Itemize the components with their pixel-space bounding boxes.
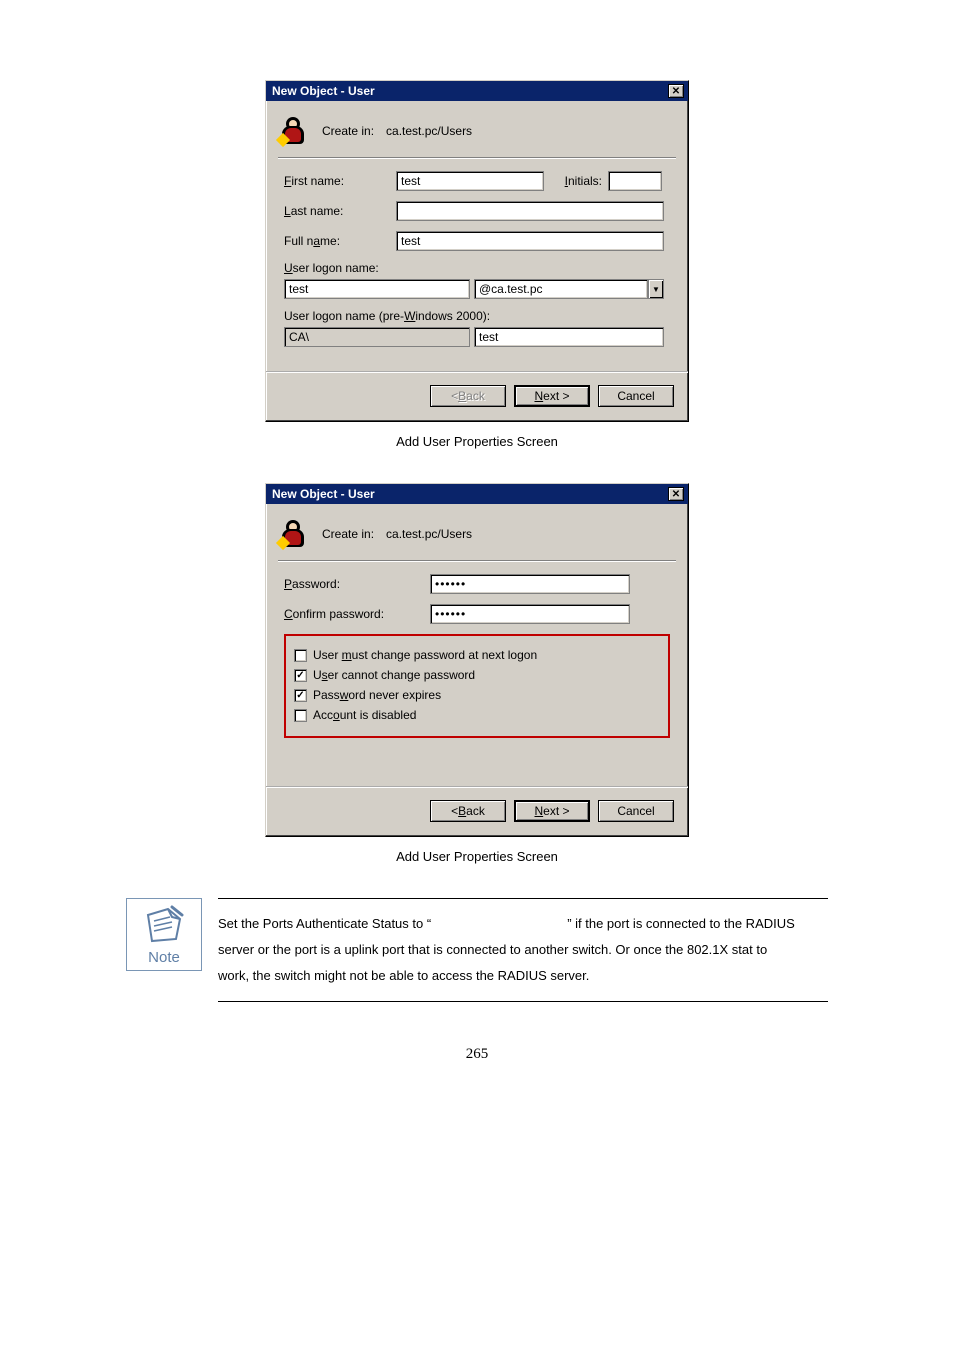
account-disabled-label: Account is disabled [313,708,416,722]
password-input[interactable]: •••••• [430,574,630,594]
close-icon[interactable]: ✕ [668,84,684,98]
full-name-input[interactable] [396,231,664,251]
create-in-path-1: ca.test.pc/Users [386,124,472,138]
dialog-title-2: New Object - User [272,487,375,501]
titlebar-1: New Object - User ✕ [266,81,688,101]
notepad-icon [142,905,186,945]
confirm-password-input[interactable]: •••••• [430,604,630,624]
create-in-path-2: ca.test.pc/Users [386,527,472,541]
note-icon-label: Note [131,949,197,966]
titlebar-2: New Object - User ✕ [266,484,688,504]
account-disabled-checkbox[interactable] [294,709,307,722]
must-change-password-checkbox[interactable] [294,649,307,662]
close-icon[interactable]: ✕ [668,487,684,501]
first-name-input[interactable] [396,171,544,191]
prewin-domain-field: CA\ [284,327,470,347]
new-user-dialog-1: New Object - User ✕ Create in: ca.test.p… [265,80,689,422]
password-never-expires-checkbox[interactable]: ✓ [294,689,307,702]
figure-caption-1: Add User Properties Screen [80,434,874,449]
page-number: 265 [80,1046,874,1063]
figure-caption-2: Add User Properties Screen [80,849,874,864]
options-highlight-box: User must change password at next logon … [284,634,670,738]
note-block: Note Set the Ports Authenticate Status t… [126,898,828,1002]
first-name-label: First name: [284,174,390,188]
create-in-label-1: Create in: [322,124,374,138]
note-text: Set the Ports Authenticate Status to “ ”… [218,898,828,1002]
password-never-expires-label: Password never expires [313,688,441,702]
dialog-title-1: New Object - User [272,84,375,98]
user-head-icon [278,518,310,550]
last-name-label: Last name: [284,204,390,218]
cancel-button[interactable]: Cancel [598,800,674,822]
logon-name-input[interactable] [284,279,470,299]
back-button[interactable]: < Back [430,800,506,822]
password-label: Password: [284,577,424,591]
user-head-icon [278,115,310,147]
back-button[interactable]: < Back [430,385,506,407]
logon-name-label: User logon name: [284,261,379,275]
confirm-password-label: Confirm password: [284,607,424,621]
must-change-password-label: User must change password at next logon [313,648,537,662]
logon-domain-select[interactable]: @ca.test.pc ▼ [474,279,664,299]
last-name-input[interactable] [396,201,664,221]
cancel-button[interactable]: Cancel [598,385,674,407]
create-in-label-2: Create in: [322,527,374,541]
initials-input[interactable] [608,171,662,191]
new-user-dialog-2: New Object - User ✕ Create in: ca.test.p… [265,483,689,837]
initials-label: Initials: [550,174,602,188]
next-button[interactable]: Next > [514,800,590,822]
prewin-label: User logon name (pre-Windows 2000): [284,309,490,323]
cannot-change-password-checkbox[interactable]: ✓ [294,669,307,682]
logon-domain-value: @ca.test.pc [474,279,648,299]
chevron-down-icon[interactable]: ▼ [648,279,664,299]
prewin-username-input[interactable] [474,327,664,347]
cannot-change-password-label: User cannot change password [313,668,475,682]
full-name-label: Full name: [284,234,390,248]
note-icon-card: Note [126,898,202,971]
next-button[interactable]: Next > [514,385,590,407]
